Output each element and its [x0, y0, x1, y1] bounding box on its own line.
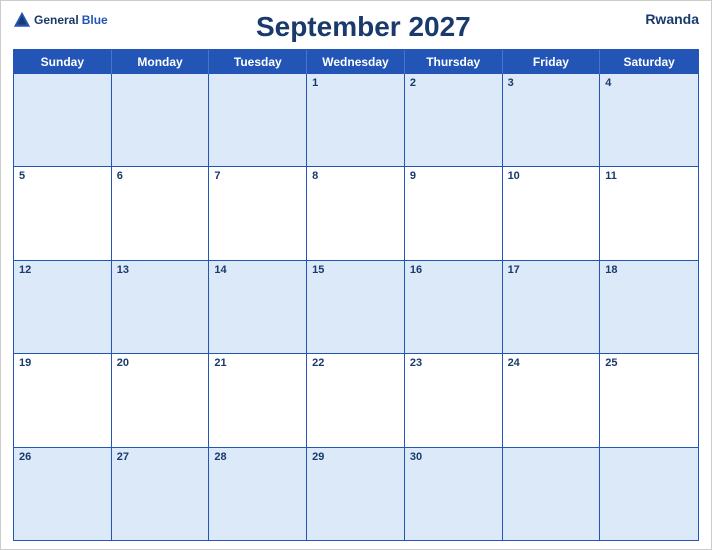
day-cell: [112, 74, 210, 166]
day-cell: 7: [209, 167, 307, 259]
day-number: 19: [19, 357, 106, 370]
month-title: September 2027: [108, 11, 619, 43]
day-cell: 28: [209, 448, 307, 540]
week-row-3: 12 13 14 15 16 17 18: [14, 260, 698, 353]
day-number: 16: [410, 264, 497, 277]
day-cell: 20: [112, 354, 210, 446]
day-cell: 10: [503, 167, 601, 259]
day-number: 26: [19, 451, 106, 464]
day-header-friday: Friday: [503, 50, 601, 74]
day-header-thursday: Thursday: [405, 50, 503, 74]
day-cell: 9: [405, 167, 503, 259]
day-number: 22: [312, 357, 399, 370]
day-header-monday: Monday: [112, 50, 210, 74]
logo-icon: [13, 11, 31, 29]
week-row-2: 56789 10 11: [14, 166, 698, 259]
day-number: 20: [117, 357, 204, 370]
day-cell: 25: [600, 354, 698, 446]
day-number: 17: [508, 264, 595, 277]
day-cell: 17: [503, 261, 601, 353]
day-number: 29: [312, 451, 399, 464]
day-number: 13: [117, 264, 204, 277]
day-number: 21: [214, 357, 301, 370]
day-cell: 12: [14, 261, 112, 353]
day-cell: 8: [307, 167, 405, 259]
day-header-saturday: Saturday: [600, 50, 698, 74]
logo-general-text: General: [34, 13, 79, 27]
day-number: 24: [508, 357, 595, 370]
day-cell: 16: [405, 261, 503, 353]
day-cell: 22: [307, 354, 405, 446]
day-cell: 15: [307, 261, 405, 353]
day-cell: 18: [600, 261, 698, 353]
day-cell: 26: [14, 448, 112, 540]
day-cell: 14: [209, 261, 307, 353]
weeks-container: 1234567891011121314151617181920212223242…: [14, 74, 698, 540]
day-header-sunday: Sunday: [14, 50, 112, 74]
day-cell: 3: [503, 74, 601, 166]
day-header-wednesday: Wednesday: [307, 50, 405, 74]
day-number: 27: [117, 451, 204, 464]
calendar-grid: SundayMondayTuesdayWednesdayThursdayFrid…: [13, 49, 699, 541]
day-number: 5: [19, 170, 106, 183]
day-number: 14: [214, 264, 301, 277]
day-cell: 2: [405, 74, 503, 166]
day-number: 30: [410, 451, 497, 464]
day-number: 10: [508, 170, 595, 183]
day-number: 28: [214, 451, 301, 464]
day-number: 6: [117, 170, 204, 183]
day-number: 12: [19, 264, 106, 277]
day-number: 7: [214, 170, 301, 183]
logo-area: General Blue: [13, 11, 108, 29]
week-row-1: 1234: [14, 74, 698, 166]
day-cell: 29: [307, 448, 405, 540]
day-number: 8: [312, 170, 399, 183]
country-label: Rwanda: [619, 11, 699, 27]
week-row-4: 19 20 21 22 23 24 25: [14, 353, 698, 446]
day-cell: 27: [112, 448, 210, 540]
day-headers-row: SundayMondayTuesdayWednesdayThursdayFrid…: [14, 50, 698, 74]
calendar-header: General Blue September 2027 Rwanda: [13, 11, 699, 43]
day-number: 11: [605, 170, 693, 183]
logo-blue-text: Blue: [82, 13, 108, 27]
day-cell: 19: [14, 354, 112, 446]
day-cell: 11: [600, 167, 698, 259]
day-number: 2: [410, 77, 497, 90]
day-number: 3: [508, 77, 595, 90]
day-cell: 1: [307, 74, 405, 166]
day-number: 23: [410, 357, 497, 370]
day-header-tuesday: Tuesday: [209, 50, 307, 74]
day-cell: 30: [405, 448, 503, 540]
week-row-5: 26 27 28 29 30: [14, 447, 698, 540]
day-cell: 21: [209, 354, 307, 446]
day-number: 25: [605, 357, 693, 370]
logo-text: General Blue: [13, 11, 108, 29]
day-cell: 6: [112, 167, 210, 259]
day-number: 4: [605, 77, 693, 90]
day-cell: 24: [503, 354, 601, 446]
calendar: General Blue September 2027 Rwanda Sunda…: [0, 0, 712, 550]
day-number: 15: [312, 264, 399, 277]
day-cell: [209, 74, 307, 166]
day-cell: 4: [600, 74, 698, 166]
day-cell: [14, 74, 112, 166]
day-number: 1: [312, 77, 399, 90]
day-cell: [503, 448, 601, 540]
day-cell: 13: [112, 261, 210, 353]
day-number: 18: [605, 264, 693, 277]
day-cell: [600, 448, 698, 540]
day-cell: 5: [14, 167, 112, 259]
day-cell: 23: [405, 354, 503, 446]
day-number: 9: [410, 170, 497, 183]
